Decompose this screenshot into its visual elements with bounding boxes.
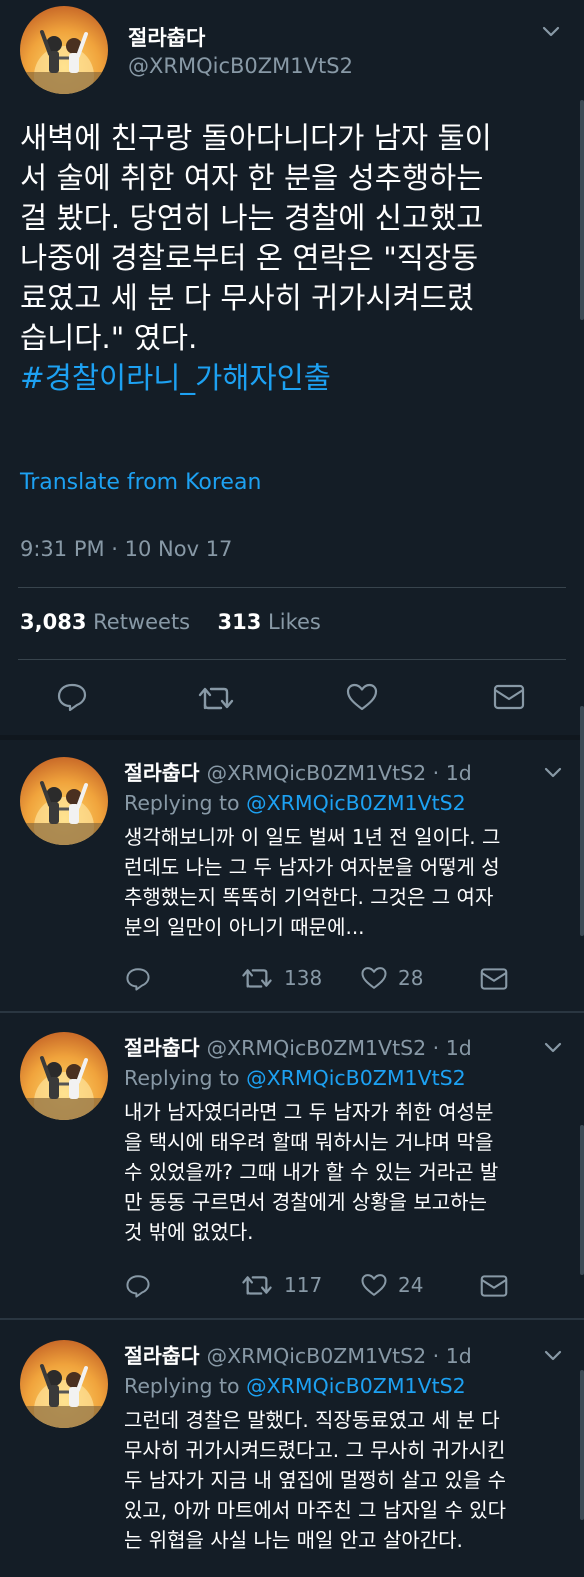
retweets-label[interactable]: Retweets bbox=[93, 610, 190, 634]
reply-text-line: 수 있었을까? 그때 내가 할 수 있는 거라곤 발 bbox=[124, 1160, 499, 1184]
likes-label[interactable]: Likes bbox=[268, 610, 321, 634]
tweet-text-line: 서 술에 취한 여자 한 분을 성추행하는 bbox=[20, 161, 484, 195]
replying-prefix: Replying to bbox=[124, 791, 240, 815]
replying-handle-link[interactable]: @XRMQicB0ZM1VtS2 bbox=[246, 1066, 466, 1090]
scrollbar-thumb[interactable] bbox=[580, 100, 584, 320]
reply-text-line: 런데도 나는 그 두 남자가 여자분을 어떻게 성 bbox=[124, 855, 500, 879]
retweet-icon bbox=[242, 1276, 272, 1295]
tweet-text: 새벽에 친구랑 돌아다니다가 남자 둘이 서 술에 취한 여자 한 분을 성추행… bbox=[20, 118, 568, 398]
display-name[interactable]: 절라춥다 bbox=[124, 1036, 199, 1060]
avatar[interactable] bbox=[20, 1340, 108, 1428]
replying-handle-link[interactable]: @XRMQicB0ZM1VtS2 bbox=[246, 1374, 466, 1398]
reply-icon[interactable] bbox=[56, 682, 88, 712]
message-icon[interactable] bbox=[480, 1274, 508, 1298]
tweet-text-line: 료였고 세 분 다 무사히 귀가시켜드렸 bbox=[20, 281, 474, 315]
reply-text-line: 생각해보니까 이 일도 벌써 1년 전 일이다. 그 bbox=[124, 825, 501, 849]
reply-header: 절라춥다 @XRMQicB0ZM1VtS2 · 1d bbox=[124, 1031, 472, 1061]
replying-to: Replying to @XRMQicB0ZM1VtS2 bbox=[124, 1066, 466, 1090]
reply-text-line: 것 밖에 없었다. bbox=[124, 1220, 254, 1244]
reply-header: 절라춥다 @XRMQicB0ZM1VtS2 · 1d bbox=[124, 1339, 472, 1369]
message-icon[interactable] bbox=[493, 684, 525, 710]
reply-text: 그런데 경찰은 말했다. 직장동료였고 세 분 다 무사히 귀가시켜드렸다고. … bbox=[124, 1405, 564, 1555]
reply-text-line: 을 택시에 태우려 할때 뭐하시는 거냐며 막을 bbox=[124, 1130, 494, 1154]
scrollbar-thumb[interactable] bbox=[580, 706, 584, 936]
tweet-text-line: 새벽에 친구랑 돌아다니다가 남자 둘이 bbox=[20, 121, 492, 155]
retweet-count: 138 bbox=[284, 966, 323, 990]
replying-to: Replying to @XRMQicB0ZM1VtS2 bbox=[124, 791, 466, 815]
reply-text-line: 두 남자가 지금 내 옆집에 멀쩡히 살고 있을 수 bbox=[124, 1468, 507, 1492]
tweet-text-line: 걸 봤다. 당연히 나는 경찰에 신고했고 bbox=[20, 201, 484, 235]
tweet-text-line: 습니다." 였다. bbox=[20, 321, 198, 355]
reply-text-line: 추행했는지 똑똑히 기억한다. 그것은 그 여자 bbox=[124, 885, 494, 909]
section-divider bbox=[0, 1318, 584, 1320]
handle-and-time[interactable]: @XRMQicB0ZM1VtS2 · 1d bbox=[207, 761, 472, 785]
scrollbar-thumb[interactable] bbox=[580, 1125, 584, 1275]
chevron-down-icon[interactable] bbox=[542, 1036, 564, 1058]
replying-to: Replying to @XRMQicB0ZM1VtS2 bbox=[124, 1374, 466, 1398]
reply-text: 생각해보니까 이 일도 벌써 1년 전 일이다. 그 런데도 나는 그 두 남자… bbox=[124, 822, 564, 942]
avatar[interactable] bbox=[20, 1032, 108, 1120]
divider bbox=[18, 587, 566, 588]
translate-link[interactable]: Translate from Korean bbox=[20, 470, 261, 495]
like-count: 24 bbox=[398, 1273, 424, 1297]
chevron-down-icon[interactable] bbox=[542, 761, 564, 783]
retweet-count: 117 bbox=[284, 1273, 323, 1297]
tweet-text-line: 나중에 경찰로부터 온 연락은 "직장동 bbox=[20, 241, 479, 275]
avatar[interactable] bbox=[20, 757, 108, 845]
like-action[interactable]: 28 bbox=[360, 965, 423, 991]
hashtag-link[interactable]: #경찰이라니_가해자인출 bbox=[20, 358, 568, 398]
retweet-action[interactable]: 138 bbox=[240, 965, 322, 991]
like-count: 28 bbox=[398, 966, 424, 990]
likes-count[interactable]: 313 bbox=[218, 610, 262, 634]
chevron-down-icon[interactable] bbox=[540, 20, 562, 42]
display-name[interactable]: 절라춥다 bbox=[124, 1344, 199, 1368]
reply-text-line: 분의 일만이 아니기 때문에... bbox=[124, 915, 365, 939]
replying-handle-link[interactable]: @XRMQicB0ZM1VtS2 bbox=[246, 791, 466, 815]
section-divider bbox=[0, 735, 584, 740]
retweet-action[interactable]: 117 bbox=[240, 1272, 322, 1298]
timestamp: 9:31 PM · 10 Nov 17 bbox=[20, 537, 233, 561]
display-name[interactable]: 절라춥다 bbox=[124, 761, 199, 785]
reply-text-line: 내가 남자였더라면 그 두 남자가 취한 여성분 bbox=[124, 1100, 494, 1124]
scrollbar-thumb[interactable] bbox=[580, 1370, 584, 1520]
reply-text-line: 그런데 경찰은 말했다. 직장동료였고 세 분 다 bbox=[124, 1408, 500, 1432]
reply-text: 내가 남자였더라면 그 두 남자가 취한 여성분 을 택시에 태우려 할때 뭐하… bbox=[124, 1097, 564, 1247]
handle-and-time[interactable]: @XRMQicB0ZM1VtS2 · 1d bbox=[207, 1036, 472, 1060]
reply-header: 절라춥다 @XRMQicB0ZM1VtS2 · 1d bbox=[124, 756, 472, 786]
reply-icon[interactable] bbox=[125, 1273, 151, 1299]
retweets-count[interactable]: 3,083 bbox=[20, 610, 86, 634]
user-handle[interactable]: @XRMQicB0ZM1VtS2 bbox=[128, 54, 353, 78]
avatar[interactable] bbox=[20, 6, 108, 94]
message-icon[interactable] bbox=[480, 967, 508, 991]
retweet-icon bbox=[242, 969, 272, 988]
reply-text-line: 만 동동 구르면서 경찰에게 상황을 보고하는 bbox=[124, 1190, 487, 1214]
handle-and-time[interactable]: @XRMQicB0ZM1VtS2 · 1d bbox=[207, 1344, 472, 1368]
chevron-down-icon[interactable] bbox=[542, 1344, 564, 1366]
like-icon bbox=[361, 1274, 387, 1296]
reply-text-line: 는 위협을 사실 나는 매일 안고 살아간다. bbox=[124, 1528, 463, 1552]
section-divider bbox=[0, 1011, 584, 1013]
reply-text-line: 있고, 아까 마트에서 마주친 그 남자일 수 있다 bbox=[124, 1498, 507, 1522]
reply-icon[interactable] bbox=[125, 966, 151, 992]
like-action[interactable]: 24 bbox=[360, 1272, 423, 1298]
replying-prefix: Replying to bbox=[124, 1066, 240, 1090]
engagement-stats: 3,083 Retweets 313 Likes bbox=[20, 610, 321, 634]
reply-text-line: 무사히 귀가시켜드렸다고. 그 무사히 귀가시킨 bbox=[124, 1438, 506, 1462]
like-icon bbox=[361, 967, 387, 989]
divider bbox=[18, 659, 566, 660]
like-icon[interactable] bbox=[345, 682, 379, 712]
retweet-icon[interactable] bbox=[196, 684, 236, 712]
display-name[interactable]: 절라춥다 bbox=[128, 22, 205, 52]
replying-prefix: Replying to bbox=[124, 1374, 240, 1398]
